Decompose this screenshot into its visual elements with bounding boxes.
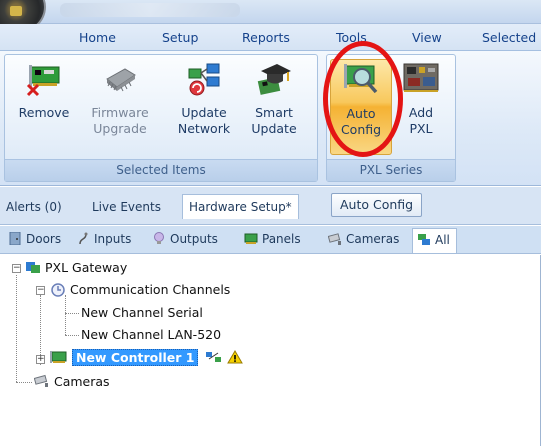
network-update-icon	[185, 61, 223, 97]
ribbon-tabs: Home Setup Reports Tools View Selected	[0, 24, 541, 50]
cameras-label: Cameras	[53, 374, 110, 389]
chip-icon	[101, 61, 139, 97]
controller-board-icon	[50, 351, 67, 363]
smart-update-label-1: Smart	[255, 105, 293, 120]
auto-config-label-1: Auto	[346, 106, 376, 121]
selected-items-group-label: Selected Items	[5, 159, 317, 181]
tree-guide-comm	[65, 295, 66, 335]
add-pxl-label-1: Add	[408, 105, 434, 120]
title-bar	[0, 0, 541, 24]
filter-inputs[interactable]: Inputs	[74, 230, 133, 251]
add-pxl-button[interactable]: Add PXL	[393, 61, 449, 159]
expand-controller-toggle[interactable]: +	[36, 355, 45, 364]
ribbon: Remove Firmware Upgrade Update Network S…	[0, 50, 541, 186]
tab-selected[interactable]: Selected	[482, 30, 536, 45]
tab-hardware-setup[interactable]: Hardware Setup*	[182, 194, 299, 219]
firmware-upgrade-button[interactable]: Firmware Upgrade	[89, 61, 151, 159]
tab-view[interactable]: View	[412, 30, 442, 45]
pxl-series-group-label: PXL Series	[327, 159, 455, 181]
input-icon	[76, 232, 90, 245]
filter-doors-label: Doors	[26, 232, 62, 246]
filter-all-label: All	[435, 233, 450, 247]
add-pxl-label-2: PXL	[409, 121, 433, 136]
hardware-tree: − PXL Gateway − Communication Channels N…	[0, 255, 541, 446]
camera-icon	[327, 232, 342, 245]
firmware-label-2: Upgrade	[93, 121, 147, 136]
filter-outputs-label: Outputs	[170, 232, 218, 246]
view-tab-bar: Alerts (0) Live Events Hardware Setup* A…	[0, 187, 541, 225]
smart-update-button[interactable]: Smart Update	[243, 61, 305, 159]
pxl-series-group: Auto Config Add PXL PXL Series	[326, 54, 456, 182]
remove-label: Remove	[18, 105, 70, 120]
auto-config-button[interactable]: Auto Config	[330, 59, 392, 155]
tab-tools[interactable]: Tools	[336, 30, 367, 45]
tab-reports[interactable]: Reports	[242, 30, 290, 45]
tree-guide-root	[16, 275, 17, 382]
tab-home[interactable]: Home	[79, 30, 116, 45]
filter-all[interactable]: All	[412, 228, 457, 253]
filter-cameras[interactable]: Cameras	[326, 230, 401, 251]
circuit-board-icon	[402, 61, 440, 97]
card-remove-icon	[25, 61, 63, 97]
tree-node-pxl-gateway[interactable]: PXL Gateway	[25, 260, 127, 275]
filter-doors[interactable]: Doors	[6, 230, 63, 251]
filter-outputs[interactable]: Outputs	[150, 230, 220, 251]
collapse-gateway-toggle[interactable]: −	[12, 264, 21, 273]
update-network-label-2: Network	[177, 121, 231, 136]
channels-icon	[51, 283, 65, 297]
lightbulb-icon	[152, 232, 166, 245]
auto-config-toolbar-button[interactable]: Auto Config	[331, 193, 423, 217]
selected-items-group: Remove Firmware Upgrade Update Network S…	[4, 54, 318, 182]
tree-branch-lan	[65, 335, 79, 336]
network-status-icon	[206, 352, 222, 362]
filter-panels[interactable]: Panels	[242, 230, 303, 251]
tab-setup[interactable]: Setup	[162, 30, 198, 45]
tree-node-cameras[interactable]: Cameras	[33, 374, 110, 389]
tab-alerts[interactable]: Alerts (0)	[6, 200, 62, 214]
pxl-gateway-label: PXL Gateway	[44, 260, 128, 275]
collapse-channels-toggle[interactable]: −	[36, 286, 45, 295]
filter-inputs-label: Inputs	[94, 232, 132, 246]
gateway-icon	[26, 262, 40, 273]
quick-access-toolbar	[60, 3, 240, 17]
warning-icon	[227, 350, 244, 364]
update-network-button[interactable]: Update Network	[173, 61, 235, 159]
door-icon	[8, 231, 22, 246]
tree-node-channel-lan[interactable]: New Channel LAN-520	[81, 327, 221, 342]
update-network-label-1: Update	[181, 105, 227, 120]
tree-node-channel-serial[interactable]: New Channel Serial	[81, 305, 203, 320]
communication-channels-label: Communication Channels	[69, 282, 231, 297]
graduation-cap-icon	[255, 61, 293, 97]
filter-cameras-label: Cameras	[346, 232, 400, 246]
camera-icon	[33, 374, 48, 387]
tree-node-communication-channels[interactable]: Communication Channels	[50, 282, 230, 297]
auto-config-icon	[342, 62, 380, 98]
tab-live-events[interactable]: Live Events	[92, 200, 161, 214]
all-devices-icon	[417, 233, 431, 246]
firmware-label-1: Firmware	[91, 105, 149, 120]
filter-panels-label: Panels	[262, 232, 301, 246]
tree-branch-cameras	[16, 382, 32, 383]
remove-button[interactable]: Remove	[13, 61, 75, 159]
new-controller-label: New Controller 1	[71, 349, 199, 366]
filter-tab-bar: Doors Inputs Outputs Panels Cameras All	[0, 226, 541, 254]
smart-update-label-2: Update	[251, 121, 297, 136]
auto-config-label-2: Config	[340, 122, 382, 137]
tree-node-new-controller[interactable]: New Controller 1	[50, 349, 244, 366]
tree-branch-serial	[65, 313, 79, 314]
panel-board-icon	[244, 232, 258, 245]
